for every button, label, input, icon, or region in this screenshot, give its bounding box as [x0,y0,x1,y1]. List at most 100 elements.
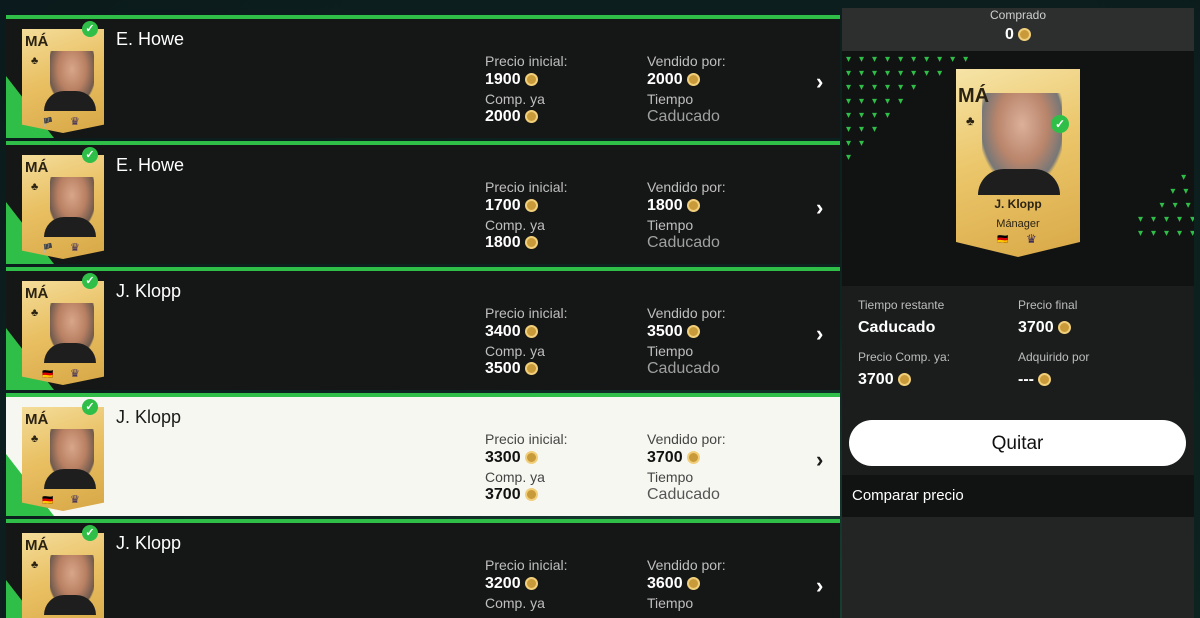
buy-now-value: 3700 [485,486,538,504]
start-price-label: Precio inicial: [485,557,568,573]
coin-icon [686,577,700,590]
coin-icon [524,236,538,249]
club-icon: ♣ [966,113,975,128]
league-icon: ♛ [70,242,80,254]
coin-icon [524,577,538,590]
chevron-right-icon[interactable]: › [816,321,823,347]
player-card: MÁ ♣ 🇩🇪 ♛ [22,281,104,385]
list-item[interactable]: MÁ ♣ 🇩🇪 ♛ ✓ J. Klopp Precio inicial: 330… [6,393,840,516]
final-price-value: 3700 [1018,319,1071,337]
player-card: MÁ ♣ 🏴 ♛ [22,29,104,133]
flag-icon: 🇩🇪 [42,495,54,505]
player-card: MÁ ♣ 🇩🇪 ♛ [22,407,104,511]
chevron-right-icon[interactable]: › [816,573,823,599]
buy-now-label: Comp. ya [485,469,545,485]
hero-card-area: ▾▾▾▾▾▾▾▾▾▾ ▾▾▾▾▾▾▾▾ ▾▾▾▾▾▾ ▾▾▾▾▾ ▾▾▾▾ ▾▾▾ ▾▾ ▾ … [842,51,1194,286]
card-position: MÁ [25,537,49,554]
start-price-label: Precio inicial: [485,179,568,195]
player-name: E. Howe [116,155,185,175]
bought-summary: Comprado 0 [842,8,1194,51]
time-label: Tiempo [647,595,694,611]
check-icon: ✓ [82,399,98,415]
coin-icon [524,362,538,375]
list-item[interactable]: MÁ ♣ 🏴 ♛ ✓ E. Howe Precio inicial: 1900 … [6,15,840,138]
sold-for-label: Vendido por: [647,431,726,447]
list-item[interactable]: MÁ ♣ 🇩🇪 ♛ ✓ J. Klopp Precio inicial: 340… [6,267,840,390]
coin-icon [524,325,538,338]
player-card: MÁ ♣ 🇩🇪 ♛ [22,533,104,618]
start-price-label: Precio inicial: [485,431,568,447]
club-icon: ♣ [31,433,39,445]
sold-for-label: Vendido por: [647,305,726,321]
compare-price-button[interactable]: Comparar precio [842,475,1194,517]
start-price-value: 3300 [485,449,538,467]
coin-icon [524,488,538,501]
time-status: Caducado [647,486,720,503]
coin-icon [524,199,538,212]
buy-now-label: Comp. ya [485,217,545,233]
club-icon: ♣ [31,307,39,319]
list-item[interactable]: MÁ ♣ 🏴 ♛ ✓ E. Howe Precio inicial: 1700 … [6,141,840,264]
coin-icon [686,325,700,338]
chevron-right-icon[interactable]: › [816,69,823,95]
bought-value: 0 [842,26,1194,44]
buy-now-value: 3700 [858,371,911,389]
club-icon: ♣ [31,55,39,67]
player-card: MÁ ♣ 🏴 ♛ [22,155,104,259]
quit-button[interactable]: Quitar [849,420,1186,466]
sold-for-value: 3700 [647,449,700,467]
flag-icon: 🇩🇪 [42,369,54,379]
list-item[interactable]: MÁ ♣ 🇩🇪 ♛ ✓ J. Klopp Precio inicial: 320… [6,519,840,618]
time-status: Caducado [647,108,720,125]
chevron-right-icon[interactable]: › [816,195,823,221]
acquired-label: Adquirido por [1018,350,1090,364]
check-icon: ✓ [82,147,98,163]
coin-icon [524,110,538,123]
buy-now-value: 2000 [485,108,538,126]
final-price-label: Precio final [1018,298,1078,312]
league-icon: ♛ [1026,232,1037,246]
time-left-value: Caducado [858,319,936,336]
card-name: J. Klopp [994,197,1042,211]
card-position: MÁ [25,411,49,428]
flag-icon: 🏴 [42,243,54,253]
coin-icon [686,451,700,464]
player-name: E. Howe [116,29,185,49]
card-position: MÁ [958,85,990,107]
player-portrait-body [978,169,1060,195]
sold-for-label: Vendido por: [647,179,726,195]
player-name: J. Klopp [116,281,182,301]
start-price-value: 3200 [485,575,538,593]
panel-footer [842,517,1194,618]
coin-icon [524,451,538,464]
time-label: Tiempo [647,343,694,359]
sold-for-value: 2000 [647,71,700,89]
card-position: MÁ [25,33,49,50]
buy-now-label: Comp. ya [485,343,545,359]
card-role: Mánager [996,218,1040,230]
acquired-value: --- [1018,371,1051,389]
coin-icon [897,373,911,386]
sale-info: Tiempo restante Caducado Precio final 37… [842,286,1194,406]
buy-now-value: 3500 [485,360,538,378]
coin-icon [1037,373,1051,386]
time-status: Caducado [647,360,720,377]
time-label: Tiempo [647,91,694,107]
check-icon: ✓ [82,21,98,37]
chevron-right-icon[interactable]: › [816,447,823,473]
card-position: MÁ [25,159,49,176]
coin-icon [686,199,700,212]
sold-for-value: 3600 [647,575,700,593]
time-label: Tiempo [647,469,694,485]
time-status: Caducado [647,234,720,251]
league-icon: ♛ [70,494,80,506]
buy-now-value: 1800 [485,234,538,252]
check-icon: ✓ [82,525,98,541]
buy-now-label: Precio Comp. ya: [858,350,951,364]
buy-now-label: Comp. ya [485,595,545,611]
player-name: J. Klopp [116,533,182,553]
league-icon: ♛ [70,116,80,128]
player-name: J. Klopp [116,407,182,427]
start-price-label: Precio inicial: [485,53,568,69]
sold-for-label: Vendido por: [647,557,726,573]
